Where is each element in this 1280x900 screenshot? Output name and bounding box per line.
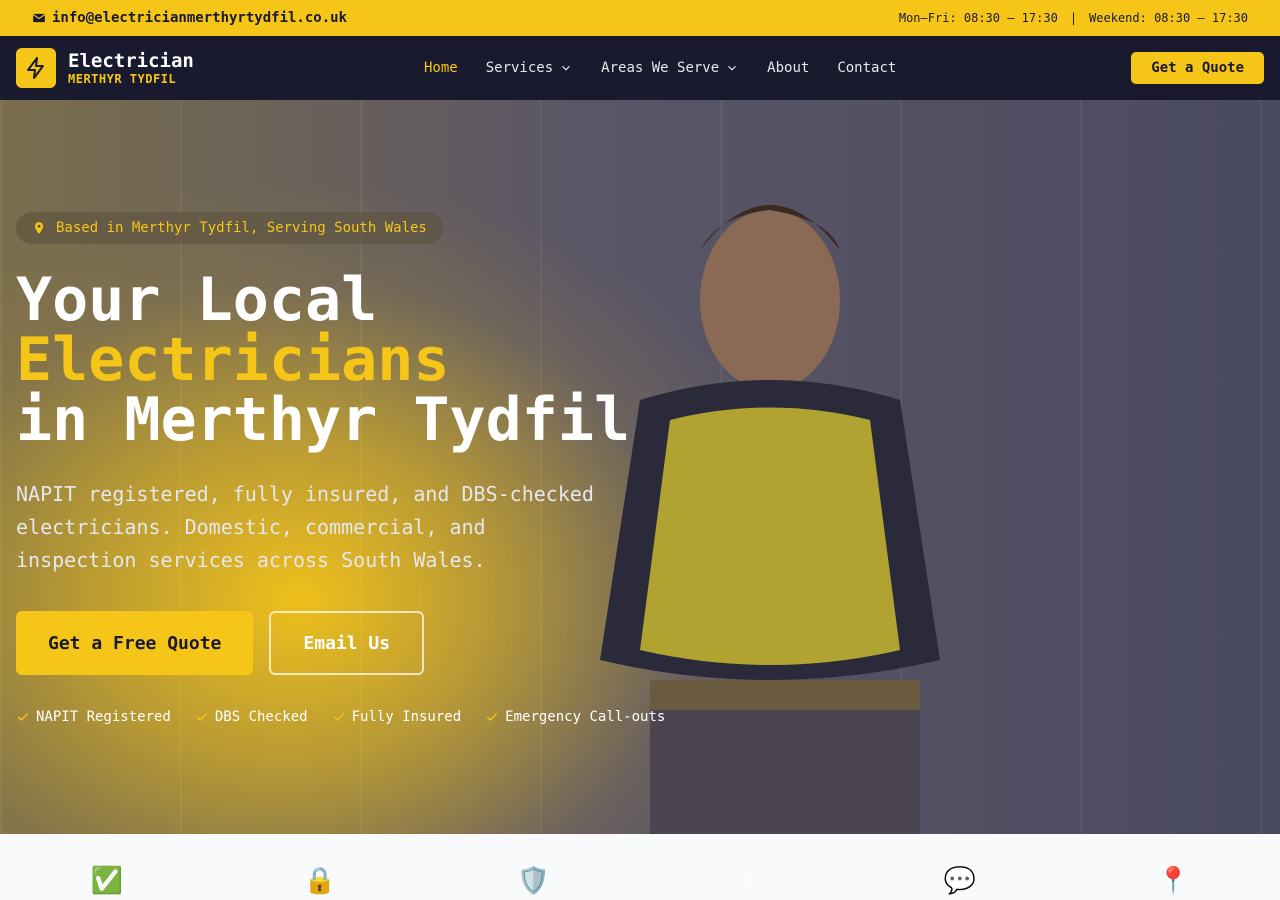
hero-title: Your Local Electricians in Merthyr Tydfi… [16,270,716,450]
hero-content: Based in Merthyr Tydfil, Serving South W… [16,212,716,725]
mail-icon [32,13,46,23]
check-icon [486,712,498,721]
email-us-button[interactable]: Email Us [269,611,425,675]
location-text: Based in Merthyr Tydfil, Serving South W… [56,220,427,236]
weekend-hours: Weekend: 08:30 – 17:30 [1089,11,1248,25]
map-pin-icon: 📍 [1157,866,1190,896]
top-bar: info@electricianmerthyrtydfil.co.uk Mon–… [0,0,1280,36]
main-nav: Electrician MERTHYR TYDFIL Home Services… [0,36,1280,100]
badge-emergency: Emergency Call-outs [485,709,665,725]
map-pin-icon [34,222,44,234]
shield-icon: 🛡️ [517,866,550,896]
badge-napit: NAPIT Registered [16,709,171,725]
features-strip: ✅ 🔒 🛡️ ⚡ 💬 📍 [0,834,1280,900]
nav-areas[interactable]: Areas We Serve [601,60,739,76]
business-hours: Mon–Fri: 08:30 – 17:30 | Weekend: 08:30 … [899,11,1248,25]
hero-ctas: Get a Free Quote Email Us [16,611,716,675]
badge-dbs: DBS Checked [195,709,308,725]
check-icon [333,712,344,721]
brand-location: MERTHYR TYDFIL [68,72,177,86]
brand-name: Electrician [68,50,194,72]
nav-about[interactable]: About [767,60,809,76]
weekday-hours: Mon–Fri: 08:30 – 17:30 [898,11,1058,25]
hero-title-line3: in Merthyr Tydfil [16,385,631,455]
email-text: info@electricianmerthyrtydfil.co.uk [52,10,348,26]
hours-separator: | [1069,11,1078,25]
lock-icon: 🔒 [303,866,337,896]
nav-services[interactable]: Services [486,60,573,76]
trust-badges: NAPIT Registered DBS Checked Fully Insur… [16,709,716,725]
checkmark-icon: ✅ [90,866,123,896]
hero-title-accent: Electricians [16,325,450,395]
lightning-icon: ⚡ [738,866,755,896]
badge-insured: Fully Insured [332,709,461,725]
chevron-down-icon [562,65,571,71]
location-pill: Based in Merthyr Tydfil, Serving South W… [16,212,443,244]
lightning-icon [16,48,56,88]
email-link[interactable]: info@electricianmerthyrtydfil.co.uk [32,10,347,26]
check-icon [196,712,208,721]
nav-menu: Home Services Areas We Serve About Conta… [424,60,896,76]
chevron-down-icon [728,65,737,71]
hero-description: NAPIT registered, fully insured, and DBS… [16,482,594,572]
nav-home[interactable]: Home [424,60,458,76]
get-quote-button[interactable]: Get a Quote [1131,52,1264,84]
brand-logo[interactable]: Electrician MERTHYR TYDFIL [16,48,194,88]
nav-contact[interactable]: Contact [837,60,896,76]
free-quote-button[interactable]: Get a Free Quote [16,611,254,675]
hero-section: Based in Merthyr Tydfil, Serving South W… [0,100,1280,834]
check-icon [17,712,29,721]
speech-bubble-icon: 💬 [943,866,977,896]
